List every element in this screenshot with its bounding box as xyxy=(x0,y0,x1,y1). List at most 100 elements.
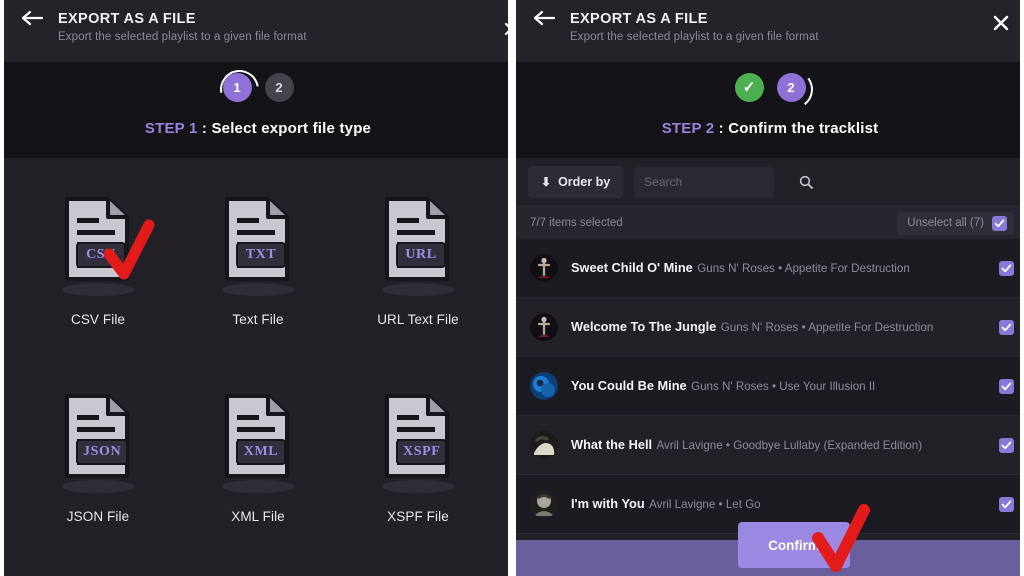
avatar xyxy=(530,431,558,459)
xml-file-icon: XML xyxy=(210,393,306,497)
track-meta: Welcome To The Jungle Guns N' Roses • Ap… xyxy=(571,318,999,336)
document-glyph xyxy=(225,394,289,478)
export-dialog-step2: EXPORT AS A FILE Export the selected pla… xyxy=(516,0,1024,576)
step-indicator-1-label: 1 xyxy=(233,80,241,95)
back-arrow-icon[interactable] xyxy=(22,10,44,28)
table-row[interactable]: You Could Be Mine Guns N' Roses • Use Yo… xyxy=(516,357,1024,416)
document-glyph xyxy=(385,394,449,478)
step-indicator-2[interactable]: 2 xyxy=(776,73,806,102)
avatar xyxy=(530,490,558,518)
file-type-label: URL Text File xyxy=(377,312,459,327)
table-row[interactable]: Sweet Child O' Mine Guns N' Roses • Appe… xyxy=(516,239,1024,298)
document-glyph xyxy=(65,394,129,478)
stepper-right: ✓ 2 xyxy=(516,62,1024,102)
file-type-option-json[interactable]: JSON JSON File xyxy=(18,379,178,576)
step-title-right: STEP 2 : Confirm the tracklist xyxy=(516,120,1024,137)
track-meta: You Could Be Mine Guns N' Roses • Use Yo… xyxy=(571,377,999,395)
dialog-subtitle: Export the selected playlist to a given … xyxy=(570,31,819,43)
track-album: Goodbye Lullaby (Expanded Edition) xyxy=(733,439,923,452)
step-title-lead: STEP 2 xyxy=(661,120,715,137)
track-album: Appetite For Destruction xyxy=(784,262,910,275)
icon-shadow xyxy=(382,283,454,296)
document-glyph xyxy=(385,197,449,281)
close-icon[interactable] xyxy=(992,14,1010,32)
track-title: I'm with You xyxy=(571,496,645,511)
dialog-header-right: EXPORT AS A FILE Export the selected pla… xyxy=(516,0,1024,62)
track-checkbox[interactable] xyxy=(999,496,1014,512)
track-title: What the Hell xyxy=(571,437,653,452)
file-ext-badge: URL xyxy=(396,242,446,268)
file-type-grid: CSV CSV File TXT Text File URL URL Text … xyxy=(4,158,512,576)
unselect-all-button[interactable]: Unselect all (7) xyxy=(897,211,1014,235)
file-type-label: JSON File xyxy=(66,509,130,524)
separator-dot: • xyxy=(771,380,776,393)
track-album: Use Your Illusion II xyxy=(779,380,876,393)
search-input[interactable] xyxy=(644,175,800,189)
track-artist: Avril Lavigne xyxy=(649,498,716,511)
selection-bar: 7/7 items selected Unselect all (7) xyxy=(516,206,1024,239)
dialog-subtitle: Export the selected playlist to a given … xyxy=(58,31,307,43)
left-white-edge xyxy=(0,0,4,576)
icon-shadow xyxy=(62,480,134,493)
unselect-all-checkbox[interactable] xyxy=(992,215,1007,231)
screenshot-root: EXPORT AS A FILE Export the selected pla… xyxy=(0,0,1024,576)
step-indicator-1[interactable]: 1 xyxy=(222,73,252,102)
track-meta: I'm with You Avril Lavigne • Let Go xyxy=(571,495,999,513)
check-icon: ✓ xyxy=(742,79,756,96)
track-checkbox[interactable] xyxy=(999,437,1014,453)
search-field[interactable] xyxy=(634,166,814,198)
file-type-option-csv[interactable]: CSV CSV File xyxy=(18,182,178,379)
track-title: Welcome To The Jungle xyxy=(571,319,717,334)
file-ext-badge: CSV xyxy=(76,242,126,268)
order-by-label: Order by xyxy=(558,175,611,189)
dialog-header-left: EXPORT AS A FILE Export the selected pla… xyxy=(4,0,512,62)
file-ext-badge: JSON xyxy=(76,439,129,465)
right-white-edge xyxy=(1020,0,1024,576)
dialog-title: EXPORT AS A FILE xyxy=(570,11,708,27)
track-subtitle: Avril Lavigne • Let Go xyxy=(649,498,761,511)
track-checkbox[interactable] xyxy=(999,319,1014,335)
file-type-label: Text File xyxy=(232,312,284,327)
separator-dot: • xyxy=(718,498,723,511)
file-type-option-xspf[interactable]: XSPF XSPF File xyxy=(338,379,498,576)
dialog-title: EXPORT AS A FILE xyxy=(58,11,196,27)
xspf-file-icon: XSPF xyxy=(370,393,466,497)
search-icon[interactable] xyxy=(799,175,814,189)
file-type-option-url[interactable]: URL URL Text File xyxy=(338,182,498,379)
step-title-lead: STEP 1 xyxy=(144,120,198,137)
step-indicator-1-done[interactable]: ✓ xyxy=(734,73,764,102)
track-artist: Avril Lavigne xyxy=(656,439,723,452)
order-by-button[interactable]: ⬇ Order by xyxy=(528,166,624,198)
csv-file-icon: CSV xyxy=(50,196,155,300)
avatar xyxy=(530,313,558,341)
track-checkbox[interactable] xyxy=(999,260,1014,276)
track-subtitle: Guns N' Roses • Appetite For Destruction xyxy=(721,321,934,334)
avatar xyxy=(530,254,558,282)
file-ext-badge: XML xyxy=(236,439,286,465)
file-type-label: CSV File xyxy=(70,312,126,327)
step-title-rest: : Select export file type xyxy=(197,120,372,137)
confirm-button[interactable]: Confirm xyxy=(738,522,850,568)
step-title-left: STEP 1 : Select export file type xyxy=(4,120,512,137)
track-meta: What the Hell Avril Lavigne • Goodbye Lu… xyxy=(571,436,999,454)
icon-shadow xyxy=(222,283,294,296)
separator-dot: • xyxy=(778,262,783,275)
track-artist: Guns N' Roses xyxy=(720,321,799,334)
separator-dot: • xyxy=(725,439,730,452)
file-type-label: XML File xyxy=(231,509,285,524)
back-arrow-icon[interactable] xyxy=(534,10,556,28)
table-row[interactable]: Welcome To The Jungle Guns N' Roses • Ap… xyxy=(516,298,1024,357)
file-type-option-xml[interactable]: XML XML File xyxy=(178,379,338,576)
step-indicator-2-label: 2 xyxy=(787,80,795,95)
panel-divider xyxy=(508,0,516,576)
table-row[interactable]: What the Hell Avril Lavigne • Goodbye Lu… xyxy=(516,416,1024,475)
file-ext-badge: XSPF xyxy=(396,439,448,465)
track-subtitle: Avril Lavigne • Goodbye Lullaby (Expande… xyxy=(657,439,923,452)
separator-dot: • xyxy=(801,321,806,334)
avatar xyxy=(530,372,558,400)
track-checkbox[interactable] xyxy=(999,378,1014,394)
file-type-label: XSPF File xyxy=(387,509,449,524)
file-type-option-txt[interactable]: TXT Text File xyxy=(178,182,338,379)
step-indicator-2[interactable]: 2 xyxy=(264,73,294,102)
track-artist: Guns N' Roses xyxy=(697,262,775,275)
